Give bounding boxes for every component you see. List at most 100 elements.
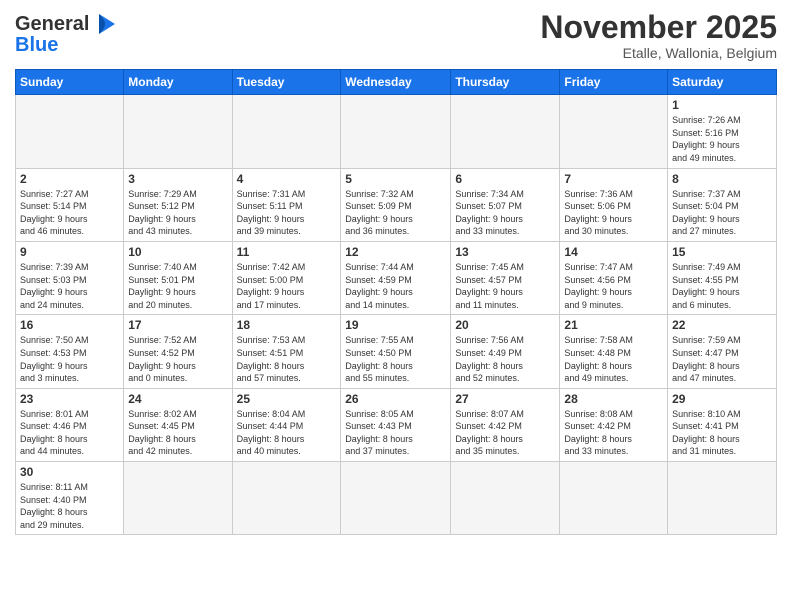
day-number: 10: [128, 245, 227, 259]
day-number: 11: [237, 245, 337, 259]
calendar-cell: 14 Sunrise: 7:47 AM Sunset: 4:56 PM Dayli…: [560, 241, 668, 314]
day-number: 9: [20, 245, 119, 259]
day-number: 2: [20, 172, 119, 186]
day-number: 17: [128, 318, 227, 332]
calendar-title: November 2025: [540, 10, 777, 45]
day-info: Sunrise: 8:02 AM Sunset: 4:45 PM Dayligh…: [128, 408, 227, 458]
logo: General Blue: [15, 10, 119, 57]
calendar-cell: 6 Sunrise: 7:34 AM Sunset: 5:07 PM Daylig…: [451, 168, 560, 241]
day-info: Sunrise: 8:07 AM Sunset: 4:42 PM Dayligh…: [455, 408, 555, 458]
calendar-cell: 20 Sunrise: 7:56 AM Sunset: 4:49 PM Dayli…: [451, 315, 560, 388]
day-info: Sunrise: 7:42 AM Sunset: 5:00 PM Dayligh…: [237, 261, 337, 311]
day-info: Sunrise: 7:59 AM Sunset: 4:47 PM Dayligh…: [672, 334, 772, 384]
day-info: Sunrise: 7:34 AM Sunset: 5:07 PM Dayligh…: [455, 188, 555, 238]
day-info: Sunrise: 7:37 AM Sunset: 5:04 PM Dayligh…: [672, 188, 772, 238]
day-info: Sunrise: 7:53 AM Sunset: 4:51 PM Dayligh…: [237, 334, 337, 384]
day-number: 24: [128, 392, 227, 406]
logo-blue: Blue: [15, 34, 58, 57]
day-info: Sunrise: 7:31 AM Sunset: 5:11 PM Dayligh…: [237, 188, 337, 238]
day-info: Sunrise: 8:08 AM Sunset: 4:42 PM Dayligh…: [564, 408, 663, 458]
day-info: Sunrise: 7:26 AM Sunset: 5:16 PM Dayligh…: [672, 114, 772, 164]
day-number: 25: [237, 392, 337, 406]
calendar-cell: 16Sunrise: 7:50 AM Sunset: 4:53 PM Dayli…: [16, 315, 124, 388]
calendar-cell: [341, 95, 451, 168]
calendar-cell: 5 Sunrise: 7:32 AM Sunset: 5:09 PM Daylig…: [341, 168, 451, 241]
calendar-cell: [16, 95, 124, 168]
calendar-cell: 9Sunrise: 7:39 AM Sunset: 5:03 PM Daylig…: [16, 241, 124, 314]
day-number: 20: [455, 318, 555, 332]
day-info: Sunrise: 7:45 AM Sunset: 4:57 PM Dayligh…: [455, 261, 555, 311]
day-info: Sunrise: 8:11 AM Sunset: 4:40 PM Dayligh…: [20, 481, 119, 531]
day-number: 3: [128, 172, 227, 186]
day-info: Sunrise: 8:05 AM Sunset: 4:43 PM Dayligh…: [345, 408, 446, 458]
calendar-cell: 12 Sunrise: 7:44 AM Sunset: 4:59 PM Dayli…: [341, 241, 451, 314]
day-number: 1: [672, 98, 772, 112]
calendar-cell: 3Sunrise: 7:29 AM Sunset: 5:12 PM Daylig…: [124, 168, 232, 241]
calendar-cell: 11 Sunrise: 7:42 AM Sunset: 5:00 PM Dayli…: [232, 241, 341, 314]
calendar-cell: [451, 462, 560, 535]
header-tuesday: Tuesday: [232, 70, 341, 95]
header-friday: Friday: [560, 70, 668, 95]
logo-icon: [91, 10, 119, 38]
day-number: 13: [455, 245, 555, 259]
day-number: 15: [672, 245, 772, 259]
calendar-cell: [124, 95, 232, 168]
day-number: 5: [345, 172, 446, 186]
day-info: Sunrise: 7:40 AM Sunset: 5:01 PM Dayligh…: [128, 261, 227, 311]
day-number: 27: [455, 392, 555, 406]
calendar-cell: [124, 462, 232, 535]
day-number: 6: [455, 172, 555, 186]
calendar-cell: 30 Sunrise: 8:11 AM Sunset: 4:40 PM Dayli…: [16, 462, 124, 535]
calendar-cell: 2 Sunrise: 7:27 AM Sunset: 5:14 PM Daylig…: [16, 168, 124, 241]
day-number: 26: [345, 392, 446, 406]
calendar-cell: 7 Sunrise: 7:36 AM Sunset: 5:06 PM Daylig…: [560, 168, 668, 241]
header-sunday: Sunday: [16, 70, 124, 95]
day-number: 30: [20, 465, 119, 479]
calendar-cell: 18 Sunrise: 7:53 AM Sunset: 4:51 PM Dayli…: [232, 315, 341, 388]
calendar-cell: 17 Sunrise: 7:52 AM Sunset: 4:52 PM Dayli…: [124, 315, 232, 388]
day-number: 28: [564, 392, 663, 406]
day-number: 29: [672, 392, 772, 406]
calendar-cell: 1 Sunrise: 7:26 AM Sunset: 5:16 PM Daylig…: [668, 95, 777, 168]
day-info: Sunrise: 7:56 AM Sunset: 4:49 PM Dayligh…: [455, 334, 555, 384]
day-info: Sunrise: 7:52 AM Sunset: 4:52 PM Dayligh…: [128, 334, 227, 384]
day-number: 22: [672, 318, 772, 332]
calendar-cell: 8Sunrise: 7:37 AM Sunset: 5:04 PM Daylig…: [668, 168, 777, 241]
day-info: Sunrise: 7:44 AM Sunset: 4:59 PM Dayligh…: [345, 261, 446, 311]
calendar-cell: 24 Sunrise: 8:02 AM Sunset: 4:45 PM Dayli…: [124, 388, 232, 461]
day-info: Sunrise: 7:58 AM Sunset: 4:48 PM Dayligh…: [564, 334, 663, 384]
calendar-cell: [668, 462, 777, 535]
header: General Blue November 2025 Etalle, Wallo…: [15, 10, 777, 61]
day-number: 14: [564, 245, 663, 259]
calendar-cell: 22 Sunrise: 7:59 AM Sunset: 4:47 PM Dayli…: [668, 315, 777, 388]
day-info: Sunrise: 7:55 AM Sunset: 4:50 PM Dayligh…: [345, 334, 446, 384]
day-info: Sunrise: 7:50 AM Sunset: 4:53 PM Dayligh…: [20, 334, 119, 384]
day-info: Sunrise: 8:04 AM Sunset: 4:44 PM Dayligh…: [237, 408, 337, 458]
day-number: 19: [345, 318, 446, 332]
day-info: Sunrise: 7:49 AM Sunset: 4:55 PM Dayligh…: [672, 261, 772, 311]
calendar-cell: 27 Sunrise: 8:07 AM Sunset: 4:42 PM Dayli…: [451, 388, 560, 461]
calendar-cell: 15 Sunrise: 7:49 AM Sunset: 4:55 PM Dayli…: [668, 241, 777, 314]
header-monday: Monday: [124, 70, 232, 95]
day-number: 7: [564, 172, 663, 186]
calendar-cell: 28 Sunrise: 8:08 AM Sunset: 4:42 PM Dayli…: [560, 388, 668, 461]
day-info: Sunrise: 8:01 AM Sunset: 4:46 PM Dayligh…: [20, 408, 119, 458]
calendar-cell: 4 Sunrise: 7:31 AM Sunset: 5:11 PM Daylig…: [232, 168, 341, 241]
day-number: 12: [345, 245, 446, 259]
day-number: 23: [20, 392, 119, 406]
calendar-cell: [560, 462, 668, 535]
day-info: Sunrise: 7:32 AM Sunset: 5:09 PM Dayligh…: [345, 188, 446, 238]
calendar-cell: [341, 462, 451, 535]
day-number: 21: [564, 318, 663, 332]
calendar-cell: [451, 95, 560, 168]
day-number: 4: [237, 172, 337, 186]
page: General Blue November 2025 Etalle, Wallo…: [0, 0, 792, 612]
calendar-cell: [560, 95, 668, 168]
day-number: 18: [237, 318, 337, 332]
header-saturday: Saturday: [668, 70, 777, 95]
header-wednesday: Wednesday: [341, 70, 451, 95]
day-info: Sunrise: 7:36 AM Sunset: 5:06 PM Dayligh…: [564, 188, 663, 238]
day-info: Sunrise: 7:47 AM Sunset: 4:56 PM Dayligh…: [564, 261, 663, 311]
day-info: Sunrise: 7:27 AM Sunset: 5:14 PM Dayligh…: [20, 188, 119, 238]
calendar-subtitle: Etalle, Wallonia, Belgium: [540, 45, 777, 61]
